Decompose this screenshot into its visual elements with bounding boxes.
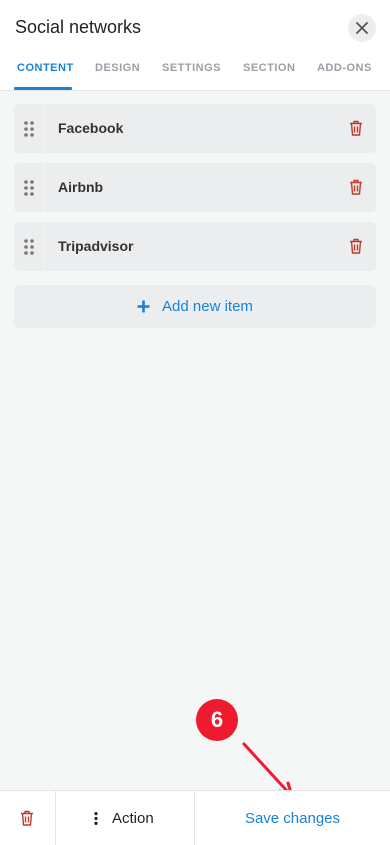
- tab-settings[interactable]: SETTINGS: [162, 62, 221, 74]
- action-label: Action: [112, 810, 154, 827]
- plus-icon: [137, 300, 150, 313]
- drag-handle-icon: [24, 180, 34, 196]
- tab-design[interactable]: DESIGN: [95, 62, 140, 74]
- delete-item-button[interactable]: [349, 179, 363, 200]
- delete-item-button[interactable]: [349, 120, 363, 141]
- list-item[interactable]: Facebook: [14, 104, 376, 153]
- close-button[interactable]: [348, 14, 376, 42]
- step-badge: 6: [196, 699, 238, 741]
- bottom-action-bar: Action Save changes: [0, 790, 390, 845]
- trash-icon: [350, 120, 362, 136]
- close-icon: [356, 22, 368, 34]
- item-label: Facebook: [58, 120, 124, 136]
- action-menu-button[interactable]: Action: [56, 791, 195, 845]
- active-tab-indicator: [14, 87, 72, 90]
- list-item[interactable]: Tripadvisor: [14, 222, 376, 271]
- drag-handle-icon: [24, 239, 34, 255]
- drag-handle[interactable]: [14, 222, 45, 271]
- item-label: Tripadvisor: [58, 238, 134, 254]
- delete-section-button[interactable]: [0, 791, 56, 845]
- more-vertical-icon: [94, 812, 98, 825]
- item-label: Airbnb: [58, 179, 104, 195]
- panel-title: Social networks: [15, 17, 142, 37]
- drag-handle[interactable]: [14, 104, 45, 153]
- trash-icon: [21, 810, 33, 826]
- save-changes-button[interactable]: Save changes: [195, 791, 390, 845]
- trash-icon: [350, 179, 362, 195]
- add-new-item-label: Add new item: [162, 298, 253, 315]
- trash-icon: [350, 238, 362, 254]
- add-new-item-button[interactable]: Add new item: [14, 285, 376, 328]
- tab-bar: CONTENT DESIGN SETTINGS SECTION ADD-ONS: [0, 52, 390, 90]
- save-changes-label: Save changes: [244, 810, 341, 827]
- tab-section[interactable]: SECTION: [243, 62, 295, 74]
- panel-header: Social networks CONTENT DESIGN SETTINGS …: [0, 0, 390, 91]
- tab-add-ons[interactable]: ADD-ONS: [317, 62, 372, 74]
- drag-handle[interactable]: [14, 163, 45, 212]
- list-item[interactable]: Airbnb: [14, 163, 376, 212]
- add-new-item-content: Add new item: [14, 298, 376, 315]
- drag-handle-icon: [24, 121, 34, 137]
- delete-item-button[interactable]: [349, 238, 363, 259]
- social-network-list: Facebook Airbnb Tripadvisor: [14, 104, 376, 281]
- tab-content[interactable]: CONTENT: [17, 62, 74, 74]
